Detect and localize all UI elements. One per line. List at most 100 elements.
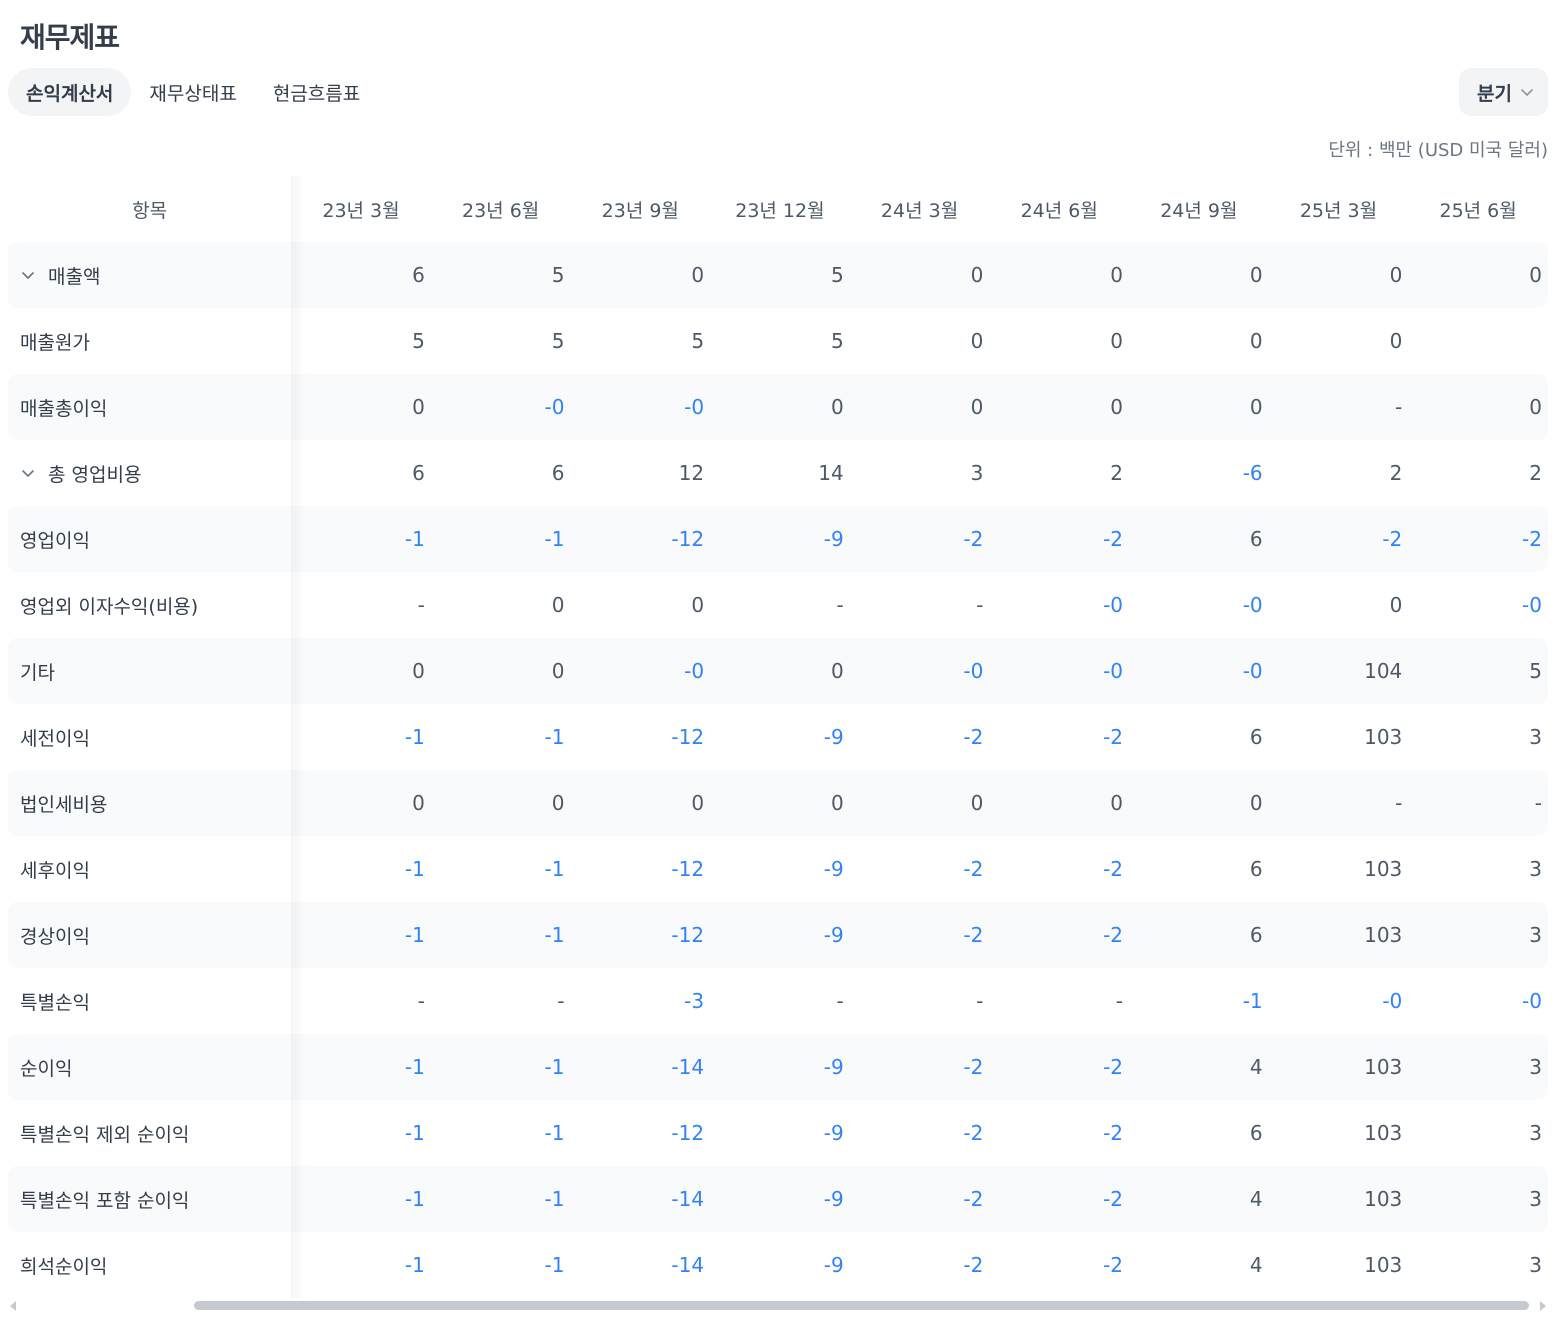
- table-cell: -2: [963, 527, 984, 551]
- row-label-text: 영업이익: [20, 529, 90, 552]
- table-cell: -2: [1103, 923, 1124, 947]
- row-label-text: 총 영업비용: [48, 463, 142, 486]
- table-cell: 3: [970, 461, 984, 485]
- row-label: 기타: [8, 638, 306, 704]
- column-header: 23년 9월: [601, 199, 679, 222]
- chevron-down-icon[interactable]: [20, 465, 36, 481]
- row-label-text: 특별손익 제외 순이익: [20, 1123, 190, 1146]
- tab-income-statement[interactable]: 손익계산서: [8, 68, 132, 116]
- table-cell: -2: [1382, 527, 1403, 551]
- table-cell: 6: [412, 263, 425, 287]
- table-cell: -1: [544, 1253, 565, 1277]
- column-header: 24년 9월: [1160, 199, 1238, 222]
- chevron-down-icon[interactable]: [20, 267, 36, 283]
- row-label: 세전이익: [8, 704, 306, 770]
- table-cell: 0: [970, 263, 984, 287]
- table-cell: 0: [412, 395, 425, 419]
- table-cell: -2: [1521, 527, 1542, 551]
- row-label: 법인세비용: [8, 770, 306, 836]
- table-cell: 5: [831, 263, 844, 287]
- table-cell: 0: [970, 395, 984, 419]
- table-cell: -12: [671, 725, 705, 749]
- row-label-text: 세전이익: [20, 727, 90, 750]
- table-row: 특별손익 - - -3 - - - -1 -0 -0: [8, 968, 1548, 1034]
- table-row: 세후이익 -1 -1 -12 -9 -2 -2 6 103 3: [8, 836, 1548, 902]
- row-label-text: 매출총이익: [20, 397, 108, 420]
- column-header: 25년 6월: [1439, 199, 1517, 222]
- table-cell: -2: [1103, 1187, 1124, 1211]
- table-cell: -6: [1242, 461, 1263, 485]
- table-cell: 0: [1110, 395, 1124, 419]
- table-cell: -1: [404, 857, 425, 881]
- table-row[interactable]: 총 영업비용 6 6 12 14 3 2 -6 2 2: [8, 440, 1548, 506]
- row-label: 영업이익: [8, 506, 306, 572]
- row-label[interactable]: 총 영업비용: [8, 440, 306, 506]
- income-statement-table: 항목 23년 3월 23년 6월 23년 9월 23년 12월 24년 3월 2…: [8, 176, 1548, 1298]
- row-label-text: 특별손익 포함 순이익: [20, 1189, 190, 1212]
- column-header: 24년 6월: [1020, 199, 1098, 222]
- table-cell: -9: [823, 725, 844, 749]
- table-cell: 0: [691, 593, 705, 617]
- table-cell: -0: [1521, 593, 1542, 617]
- table-cell: -1: [404, 923, 425, 947]
- tab-balance-sheet[interactable]: 재무상태표: [131, 68, 254, 116]
- scroll-left-arrow-icon[interactable]: [10, 1301, 16, 1311]
- table-cell: 4: [1249, 1187, 1263, 1211]
- period-select[interactable]: 분기: [1459, 68, 1548, 116]
- table-cell: -1: [544, 1187, 565, 1211]
- table-cell: 5: [412, 329, 425, 353]
- table-cell: 0: [1529, 395, 1542, 419]
- row-label-text: 희석순이익: [20, 1255, 108, 1278]
- table-cell: -0: [684, 395, 705, 419]
- column-header: 23년 3월: [322, 199, 400, 222]
- table-cell: 0: [970, 329, 984, 353]
- table-cell: 6: [1249, 857, 1263, 881]
- table-cell: -1: [544, 527, 565, 551]
- row-label: 순이익: [8, 1034, 306, 1100]
- unit-note: 단위 : 백만 (USD 미국 달러): [1328, 140, 1548, 161]
- table-cell: 0: [551, 593, 565, 617]
- table-cell: 6: [1249, 923, 1263, 947]
- table-cell: 3: [1529, 725, 1542, 749]
- period-select-value: 분기: [1477, 82, 1512, 105]
- table-cell: 103: [1364, 1253, 1403, 1277]
- row-label: 매출총이익: [8, 374, 306, 440]
- row-label: 특별손익: [8, 968, 306, 1034]
- scroll-thumb[interactable]: [194, 1301, 1529, 1310]
- table-cell: -: [836, 593, 844, 617]
- table-row: 법인세비용 0 0 0 0 0 0 0 - -: [8, 770, 1548, 836]
- table-cell: -0: [544, 395, 565, 419]
- table-cell: -1: [404, 1187, 425, 1211]
- tab-cash-flow[interactable]: 현금흐름표: [255, 68, 378, 116]
- table-cell: 2: [1389, 461, 1403, 485]
- table-row: 영업이익 -1 -1 -12 -9 -2 -2 6 -2 -2: [8, 506, 1548, 572]
- row-label-text: 세후이익: [20, 859, 90, 882]
- column-header: 25년 3월: [1299, 199, 1378, 222]
- table-cell: -0: [1103, 659, 1124, 683]
- table-cell: 0: [831, 395, 844, 419]
- row-label-text: 기타: [20, 661, 55, 684]
- row-label: 영업외 이자수익(비용): [8, 572, 306, 638]
- row-label-text: 법인세비용: [20, 793, 108, 816]
- table-cell: -12: [671, 923, 705, 947]
- table-cell: -0: [1103, 593, 1124, 617]
- table-cell: -2: [1103, 1055, 1124, 1079]
- horizontal-scrollbar[interactable]: [8, 1298, 1548, 1314]
- table-cell: 0: [831, 791, 844, 815]
- table-cell: -1: [404, 527, 425, 551]
- table-cell: -: [1115, 989, 1124, 1013]
- table-row: 매출원가 5 5 5 5 0 0 0 0: [8, 308, 1548, 374]
- table-cell: -0: [1242, 593, 1263, 617]
- table-cell: -0: [963, 659, 984, 683]
- table-cell: -14: [671, 1055, 705, 1079]
- table-row[interactable]: 매출액 6 5 0 5 0 0 0 0 0: [8, 242, 1548, 308]
- scroll-right-arrow-icon[interactable]: [1540, 1301, 1546, 1311]
- table-cell: 0: [412, 791, 425, 815]
- table-cell: 2: [1110, 461, 1124, 485]
- table-cell: 3: [1529, 1055, 1542, 1079]
- table-cell: -: [1395, 791, 1403, 815]
- row-label: 희석순이익: [8, 1232, 306, 1298]
- row-label[interactable]: 매출액: [8, 242, 306, 308]
- table-cell: 0: [412, 659, 425, 683]
- table-cell: -14: [671, 1253, 705, 1277]
